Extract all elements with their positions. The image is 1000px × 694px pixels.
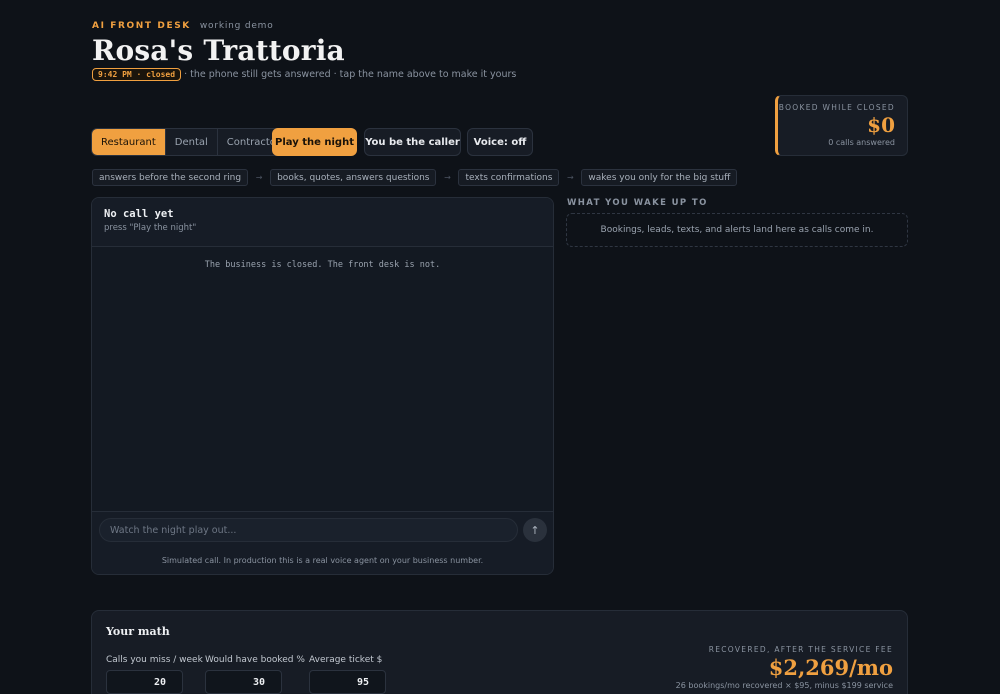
call-body-text: The business is closed. The front desk i… bbox=[204, 260, 441, 270]
booked-percent-input[interactable]: 30 bbox=[205, 670, 282, 694]
calls-answered: 0 calls answered bbox=[828, 138, 895, 147]
wake-up-feed: Bookings, leads, texts, and alerts land … bbox=[566, 213, 908, 247]
call-header: No call yet press "Play the night" bbox=[92, 198, 553, 247]
math-title: Your math bbox=[106, 625, 170, 638]
you-be-the-caller-button[interactable]: You be the caller bbox=[364, 128, 461, 156]
subline-text: · the phone still gets answered · tap th… bbox=[184, 69, 517, 80]
call-footer-note: Simulated call. In production this is a … bbox=[92, 548, 553, 574]
arrow-right-icon: → bbox=[255, 173, 263, 182]
call-input-row: Watch the night play out... ↑ bbox=[92, 511, 553, 548]
send-icon[interactable]: ↑ bbox=[523, 518, 547, 542]
flow-step: wakes you only for the big stuff bbox=[581, 169, 738, 186]
feature-flow: answers before the second ring → books, … bbox=[92, 169, 738, 186]
call-title: No call yet bbox=[104, 208, 174, 220]
recovered-amount: $2,269/mo bbox=[768, 655, 893, 680]
flow-step: texts confirmations bbox=[458, 169, 560, 186]
wake-up-heading: WHAT YOU WAKE UP TO bbox=[567, 198, 708, 208]
call-transcript: The business is closed. The front desk i… bbox=[92, 247, 553, 510]
call-panel: No call yet press "Play the night" The b… bbox=[91, 197, 554, 575]
recovered-summary: RECOVERED, AFTER THE SERVICE FEE $2,269/… bbox=[676, 645, 893, 690]
recovered-note: 26 bookings/mo recovered × $95, minus $1… bbox=[675, 681, 893, 690]
flow-step: books, quotes, answers questions bbox=[270, 169, 437, 186]
eyebrow-sub: working demo bbox=[199, 21, 274, 31]
booked-percent-label: Would have booked % bbox=[205, 655, 305, 665]
calls-missed-input[interactable]: 20 bbox=[106, 670, 183, 694]
booked-label: BOOKED WHILE CLOSED bbox=[778, 103, 895, 112]
booked-while-closed-card: BOOKED WHILE CLOSED $0 0 calls answered bbox=[775, 95, 908, 156]
average-ticket-input[interactable]: 95 bbox=[309, 670, 386, 694]
voice-toggle-button[interactable]: Voice: off bbox=[467, 128, 533, 156]
play-the-night-button[interactable]: Play the night bbox=[272, 128, 357, 156]
header-eyebrow: AI FRONT DESK working demo bbox=[92, 21, 274, 31]
recovered-label: RECOVERED, AFTER THE SERVICE FEE bbox=[708, 645, 893, 654]
calls-missed-field: Calls you miss / week 20 bbox=[106, 655, 203, 694]
business-name[interactable]: Rosa's Trattoria bbox=[92, 34, 345, 67]
call-subtitle: press "Play the night" bbox=[104, 223, 197, 233]
booked-percent-field: Would have booked % 30 bbox=[205, 655, 305, 694]
your-math-panel: Your math Calls you miss / week 20 Would… bbox=[91, 610, 908, 694]
wake-up-empty-text: Bookings, leads, texts, and alerts land … bbox=[600, 225, 874, 235]
call-message-input[interactable]: Watch the night play out... bbox=[99, 518, 518, 542]
business-type-toggle: Restaurant Dental Contractor bbox=[91, 128, 291, 156]
business-type-restaurant[interactable]: Restaurant bbox=[92, 129, 166, 155]
clock-status-badge: 9:42 PM · closed bbox=[92, 68, 182, 81]
flow-step: answers before the second ring bbox=[92, 169, 249, 186]
arrow-right-icon: → bbox=[567, 173, 574, 182]
booked-amount: $0 bbox=[867, 113, 895, 137]
business-type-dental[interactable]: Dental bbox=[166, 129, 218, 155]
average-ticket-field: Average ticket $ 95 bbox=[309, 655, 386, 694]
calls-missed-label: Calls you miss / week bbox=[106, 655, 203, 665]
arrow-right-icon: → bbox=[444, 173, 451, 182]
eyebrow-tag: AI FRONT DESK bbox=[92, 21, 191, 31]
average-ticket-label: Average ticket $ bbox=[309, 655, 383, 665]
header-subline: 9:42 PM · closed · the phone still gets … bbox=[92, 68, 516, 81]
